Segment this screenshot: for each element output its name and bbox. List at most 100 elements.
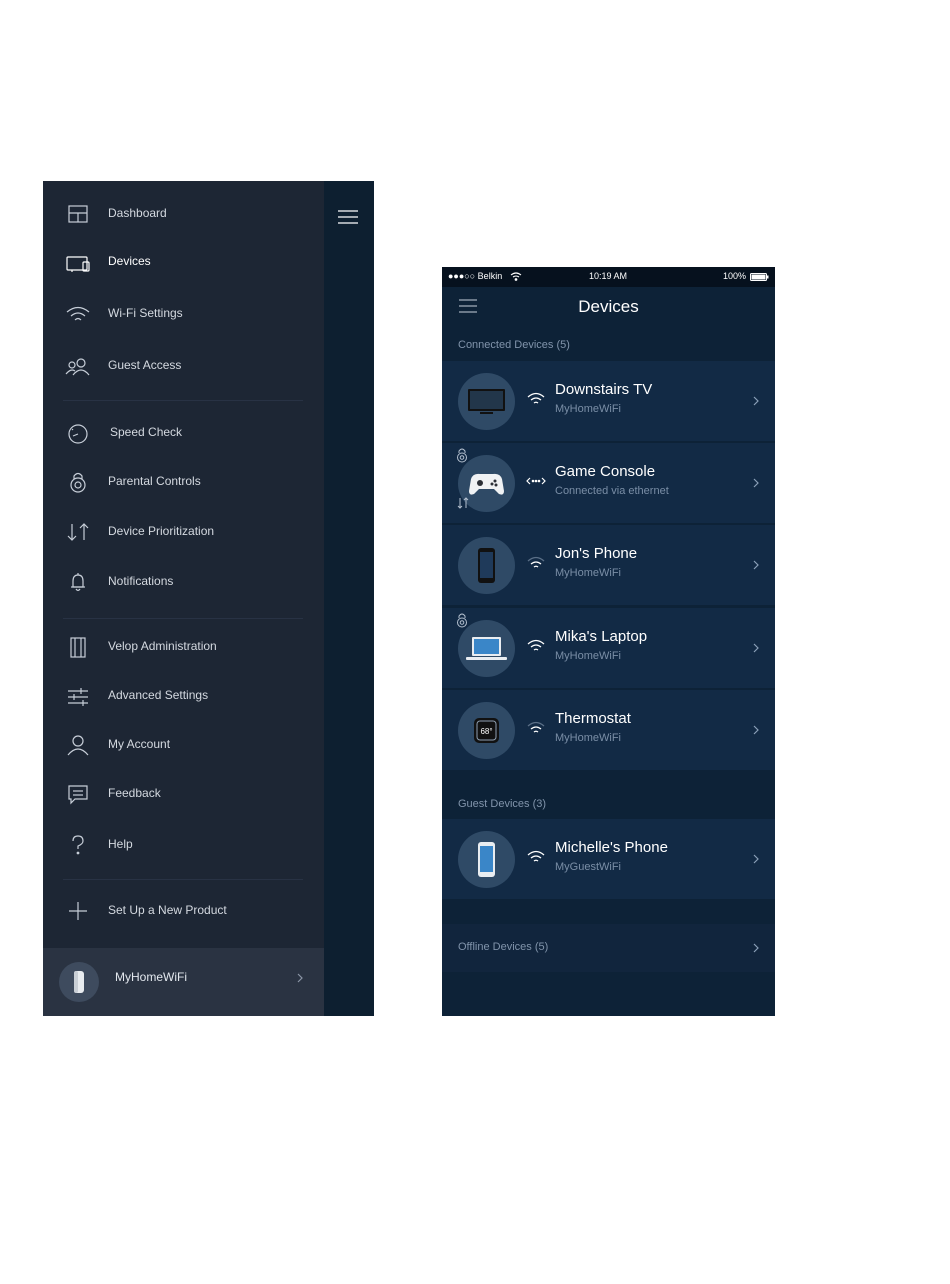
nav-label: Speed Check bbox=[110, 425, 183, 439]
phone-icon bbox=[458, 831, 515, 888]
sliders-icon bbox=[63, 684, 93, 708]
nav-item-my-account[interactable]: My Account bbox=[43, 725, 324, 765]
speedometer-icon bbox=[63, 421, 93, 445]
device-row-game-console[interactable]: Game Console Connected via ethernet bbox=[442, 443, 775, 523]
lock-icon bbox=[63, 470, 93, 494]
carrier-signal: ●●●○○ Belkin bbox=[448, 271, 503, 281]
thermostat-reading: 68° bbox=[480, 727, 492, 736]
ethernet-icon bbox=[526, 477, 546, 485]
device-row-thermostat[interactable]: 68° Thermostat MyHomeWiFi bbox=[442, 690, 775, 770]
guest-devices-header: Guest Devices (3) bbox=[458, 798, 547, 810]
status-bar: ●●●○○ Belkin 10:19 AM 100% bbox=[442, 267, 775, 287]
wifi-icon bbox=[527, 721, 545, 733]
device-name: Downstairs TV bbox=[555, 381, 653, 398]
connected-devices-header: Connected Devices (5) bbox=[458, 339, 570, 351]
dashboard-icon bbox=[63, 202, 93, 226]
nav-item-device-prioritization[interactable]: Device Prioritization bbox=[43, 512, 324, 552]
prioritization-icon bbox=[457, 497, 469, 509]
wifi-signal-icon bbox=[510, 272, 522, 281]
battery-icon bbox=[750, 273, 769, 281]
nav-label: Advanced Settings bbox=[108, 688, 209, 702]
nav-label: My Account bbox=[108, 737, 171, 751]
wifi-icon bbox=[527, 850, 545, 862]
tv-icon bbox=[458, 373, 515, 430]
prioritization-icon bbox=[63, 520, 93, 544]
page-title: Devices bbox=[578, 297, 639, 316]
chevron-right-icon bbox=[753, 560, 759, 570]
nav-item-wifi-settings[interactable]: Wi-Fi Settings bbox=[43, 294, 324, 334]
navigation-drawer-screen: Dashboard Devices Wi-Fi Settings Guest A… bbox=[43, 181, 374, 1016]
status-time: 10:19 AM bbox=[589, 271, 628, 281]
nav-label: Set Up a New Product bbox=[108, 903, 227, 917]
help-icon bbox=[63, 833, 93, 857]
device-network: MyHomeWiFi bbox=[555, 650, 621, 662]
nav-label: Help bbox=[108, 837, 133, 851]
chevron-right-icon bbox=[753, 396, 759, 406]
nav-label: Devices bbox=[108, 254, 151, 268]
offline-devices-label: Offline Devices (5) bbox=[458, 941, 549, 953]
device-row-downstairs-tv[interactable]: Downstairs TV MyHomeWiFi bbox=[442, 361, 775, 441]
velop-node-avatar bbox=[59, 962, 99, 1002]
wifi-icon bbox=[63, 302, 93, 326]
device-name: Thermostat bbox=[555, 710, 631, 727]
nav-label: Wi-Fi Settings bbox=[108, 306, 183, 320]
guest-access-icon bbox=[63, 354, 93, 378]
feedback-icon bbox=[63, 782, 93, 806]
chevron-right-icon bbox=[753, 725, 759, 735]
nav-item-dashboard[interactable]: Dashboard bbox=[43, 194, 324, 234]
device-network: MyHomeWiFi bbox=[555, 567, 621, 579]
nav-item-guest-access[interactable]: Guest Access bbox=[43, 346, 324, 386]
network-selector[interactable]: MyHomeWiFi bbox=[43, 948, 324, 1016]
plus-icon bbox=[63, 899, 93, 923]
nav-item-feedback[interactable]: Feedback bbox=[43, 774, 324, 814]
laptop-icon bbox=[458, 620, 515, 677]
device-name: Mika's Laptop bbox=[555, 628, 648, 645]
nav-label: Velop Administration bbox=[108, 639, 217, 653]
device-row-mikas-laptop[interactable]: Mika's Laptop MyHomeWiFi bbox=[442, 608, 775, 688]
wifi-icon bbox=[527, 556, 545, 568]
chevron-right-icon bbox=[753, 643, 759, 653]
nav-label: Guest Access bbox=[108, 358, 182, 372]
device-name: Game Console bbox=[555, 463, 656, 480]
phone-icon bbox=[458, 537, 515, 594]
navigation-drawer: Dashboard Devices Wi-Fi Settings Guest A… bbox=[43, 181, 324, 1016]
divider bbox=[63, 879, 303, 880]
wifi-icon bbox=[527, 392, 545, 404]
divider bbox=[63, 400, 303, 401]
chevron-right-icon bbox=[297, 973, 303, 983]
device-network: MyGuestWiFi bbox=[555, 861, 621, 873]
nav-label: Dashboard bbox=[108, 206, 167, 220]
network-name: MyHomeWiFi bbox=[115, 970, 187, 984]
device-name: Michelle's Phone bbox=[555, 839, 668, 856]
nav-label: Notifications bbox=[108, 574, 174, 588]
device-network: MyHomeWiFi bbox=[555, 732, 621, 744]
nav-item-parental-controls[interactable]: Parental Controls bbox=[43, 462, 324, 502]
nav-item-notifications[interactable]: Notifications bbox=[43, 562, 324, 602]
divider bbox=[63, 618, 303, 619]
nav-item-speed-check[interactable]: Speed Check bbox=[43, 413, 324, 453]
battery-percent: 100% bbox=[723, 271, 747, 281]
chevron-right-icon bbox=[753, 478, 759, 488]
velop-node-icon bbox=[63, 635, 93, 659]
nav-item-advanced-settings[interactable]: Advanced Settings bbox=[43, 676, 324, 716]
nav-item-help[interactable]: Help bbox=[43, 825, 324, 865]
nav-item-devices[interactable]: Devices bbox=[43, 242, 324, 282]
devices-screen: ●●●○○ Belkin 10:19 AM 100% Devices Conne… bbox=[442, 267, 775, 1016]
user-icon bbox=[63, 733, 93, 757]
wifi-icon bbox=[527, 639, 545, 651]
device-network: Connected via ethernet bbox=[555, 485, 669, 497]
devices-icon bbox=[63, 250, 93, 274]
nav-item-velop-administration[interactable]: Velop Administration bbox=[43, 627, 324, 667]
device-network: MyHomeWiFi bbox=[555, 403, 621, 415]
nav-label: Parental Controls bbox=[108, 474, 201, 488]
offline-devices-row[interactable]: Offline Devices (5) bbox=[442, 924, 775, 972]
nav-item-set-up-new-product[interactable]: Set Up a New Product bbox=[43, 891, 324, 931]
nav-label: Feedback bbox=[108, 786, 161, 800]
chevron-right-icon bbox=[753, 854, 759, 864]
device-row-michelles-phone[interactable]: Michelle's Phone MyGuestWiFi bbox=[442, 819, 775, 899]
chevron-right-icon bbox=[753, 943, 759, 953]
hamburger-menu-icon[interactable] bbox=[336, 207, 360, 227]
nav-label: Device Prioritization bbox=[108, 524, 215, 538]
device-row-jons-phone[interactable]: Jon's Phone MyHomeWiFi bbox=[442, 525, 775, 605]
bell-icon bbox=[63, 570, 93, 594]
